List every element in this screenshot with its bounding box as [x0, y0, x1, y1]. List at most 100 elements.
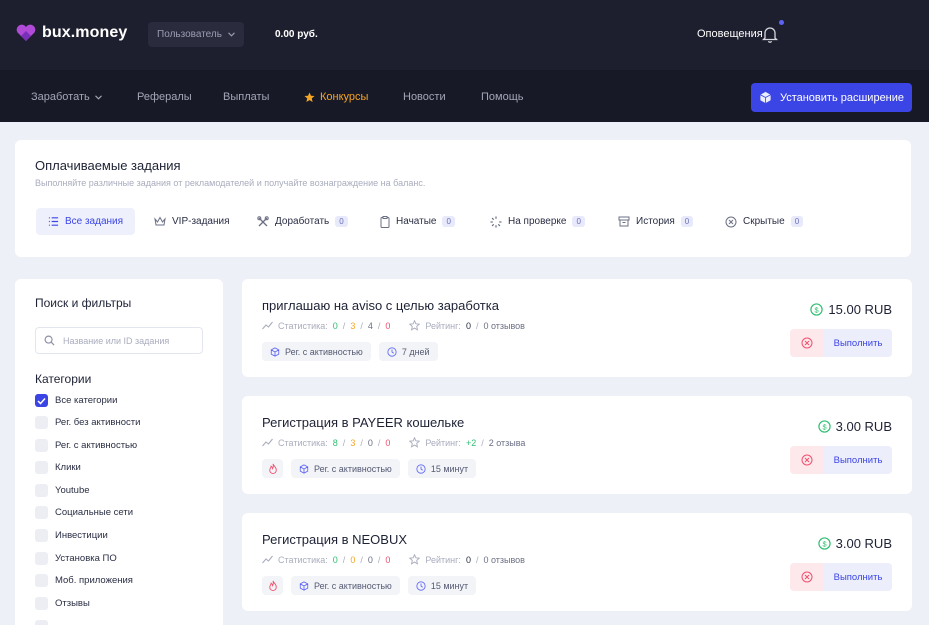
task-card: Регистрация в NEOBUX Статистика: 0/ 0/ 0…	[242, 513, 912, 611]
category-label: Youtube	[55, 485, 90, 496]
stats-icon	[262, 555, 273, 564]
category-label: Моб. приложения	[55, 575, 133, 586]
tab-all-tasks[interactable]: Все задания	[36, 208, 135, 235]
category-investments[interactable]: Инвестиции	[35, 529, 108, 542]
category-social[interactable]: Социальные сети	[35, 506, 133, 519]
tab-count-badge: 0	[790, 216, 804, 227]
execute-task-button[interactable]: Выполнить	[824, 446, 892, 474]
stats-icon	[262, 438, 273, 447]
rating-value: 0	[465, 320, 471, 331]
install-extension-button[interactable]: Установить расширение	[751, 83, 912, 112]
checkbox[interactable]	[35, 506, 48, 519]
task-title[interactable]: Регистрация в PAYEER кошельке	[262, 415, 464, 430]
checkbox[interactable]	[35, 574, 48, 587]
stats-review: 4	[367, 320, 373, 331]
list-icon	[48, 217, 59, 226]
filters-sidebar: Поиск и фильтры Категории Все категории …	[15, 279, 223, 625]
reviews-count[interactable]: 0 отзывов	[483, 321, 525, 331]
checkbox[interactable]	[35, 529, 48, 542]
category-software[interactable]: Установка ПО	[35, 552, 117, 565]
tab-count-badge: 0	[680, 216, 694, 227]
checkbox[interactable]	[35, 484, 48, 497]
reviews-count[interactable]: 0 отзывов	[483, 555, 525, 565]
stats-done: 0	[332, 554, 338, 565]
category-label: Клики	[55, 462, 81, 473]
dollar-circle-icon: $	[817, 537, 831, 550]
svg-text:$: $	[822, 422, 826, 431]
execute-task-button[interactable]: Выполнить	[824, 563, 892, 591]
nav-item-news[interactable]: Новости	[403, 91, 446, 103]
hide-task-button[interactable]	[790, 563, 824, 591]
tab-vip-tasks[interactable]: VIP-задания	[146, 208, 238, 235]
category-youtube[interactable]: Youtube	[35, 484, 90, 497]
price-value: 3.00 RUB	[835, 536, 892, 551]
category-label: Рег. без активности	[55, 417, 141, 428]
user-dropdown[interactable]: Пользователь	[148, 22, 244, 47]
checkbox[interactable]	[35, 597, 48, 610]
search-box[interactable]	[35, 327, 203, 354]
tab-label: История	[636, 216, 675, 227]
execute-task-button[interactable]: Выполнить	[824, 329, 892, 357]
checkbox[interactable]	[35, 620, 48, 625]
logo[interactable]: bux.money	[16, 24, 127, 42]
category-all[interactable]: Все категории	[35, 394, 117, 407]
task-title[interactable]: приглашаю на aviso с целью заработка	[262, 298, 499, 313]
nav-item-label: Новости	[403, 91, 446, 103]
svg-text:$: $	[822, 539, 826, 548]
crown-icon	[154, 216, 166, 226]
fire-icon	[268, 580, 277, 591]
nav-item-payouts[interactable]: Выплаты	[223, 91, 269, 103]
tab-label: Начатые	[396, 216, 437, 227]
checkbox[interactable]	[35, 439, 48, 452]
tab-rework[interactable]: Доработать 0	[249, 208, 356, 235]
hot-tag	[262, 576, 283, 595]
task-tags: Рег. с активностью 15 минут	[262, 459, 477, 478]
reviews-count[interactable]: 2 отзыва	[489, 438, 526, 448]
category-tag: Рег. с активностью	[291, 459, 400, 478]
tab-label: На проверке	[508, 216, 567, 227]
nav-item-earn[interactable]: Заработать	[31, 91, 102, 103]
category-next[interactable]	[35, 620, 48, 625]
spinner-icon	[490, 216, 502, 227]
category-mobile-apps[interactable]: Моб. приложения	[35, 574, 133, 587]
nav-item-referrals[interactable]: Рефералы	[137, 91, 192, 103]
checkbox[interactable]	[35, 461, 48, 474]
category-reg-with-activity[interactable]: Рег. с активностью	[35, 439, 137, 452]
stats-review: 0	[367, 437, 373, 448]
nav-item-contests[interactable]: Конкурсы	[304, 91, 368, 103]
task-price: $ 3.00 RUB	[817, 419, 892, 434]
cube-icon	[299, 580, 309, 591]
time-tag: 15 минут	[407, 459, 477, 478]
category-reg-no-activity[interactable]: Рег. без активности	[35, 416, 140, 429]
task-stats: Статистика: 0/ 3/ 4/ 0 Рейтинг: 0/ 0 отз…	[262, 320, 525, 331]
bell-icon[interactable]	[760, 24, 780, 44]
category-clicks[interactable]: Клики	[35, 461, 81, 474]
checkbox[interactable]	[35, 552, 48, 565]
install-extension-label: Установить расширение	[779, 91, 905, 104]
stats-label: Статистика:	[278, 554, 328, 565]
tab-history[interactable]: История 0	[610, 208, 701, 235]
hide-task-button[interactable]	[790, 329, 824, 357]
tab-label: Скрытые	[743, 216, 785, 227]
stats-rejected: 0	[385, 320, 391, 331]
clipboard-icon	[380, 215, 390, 228]
balance-value: 0.00 руб.	[275, 29, 318, 40]
task-actions: Выполнить	[790, 563, 892, 591]
search-input[interactable]	[63, 335, 193, 346]
check-icon	[37, 397, 46, 405]
notifications-link[interactable]: Оповещения	[697, 28, 763, 40]
category-reviews[interactable]: Отзывы	[35, 597, 90, 610]
task-title[interactable]: Регистрация в NEOBUX	[262, 532, 407, 547]
tab-started[interactable]: Начатые 0	[372, 208, 463, 235]
dollar-circle-icon: $	[810, 303, 824, 316]
checkbox[interactable]	[35, 416, 48, 429]
rating-label: Рейтинг:	[425, 320, 461, 331]
stats-done: 0	[332, 320, 338, 331]
task-stats: Статистика: 0/ 0/ 0/ 0 Рейтинг: 0/ 0 отз…	[262, 554, 525, 565]
checkbox-checked[interactable]	[35, 394, 48, 407]
tab-on-review[interactable]: На проверке 0	[482, 208, 593, 235]
nav-item-help[interactable]: Помощь	[481, 91, 524, 103]
price-value: 15.00 RUB	[828, 302, 892, 317]
hide-task-button[interactable]	[790, 446, 824, 474]
tab-hidden[interactable]: Скрытые 0	[717, 208, 811, 235]
